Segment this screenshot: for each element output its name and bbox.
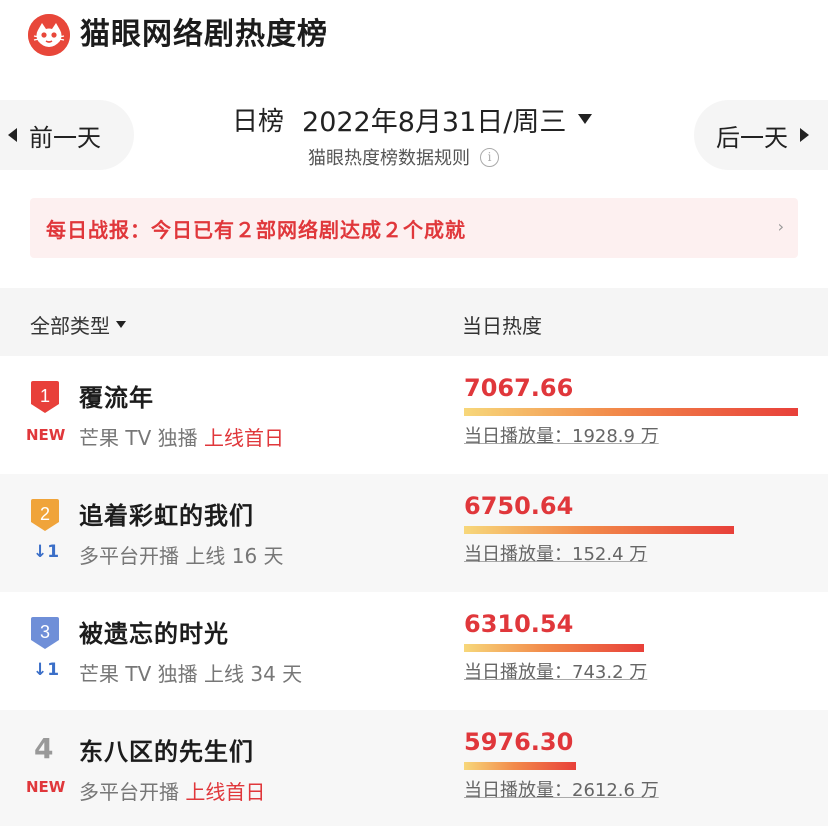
app-header: 猫眼网络剧热度榜 (0, 0, 828, 72)
heat-value: 6310.54 (464, 610, 574, 638)
type-filter-dropdown[interactable]: 全部类型 (30, 310, 126, 339)
online-status: 上线首日 (185, 780, 266, 804)
daily-views-link[interactable]: 当日播放量：152.4 万 (464, 540, 647, 566)
caret-down-icon (116, 321, 126, 328)
rank-number: 2 (40, 504, 50, 524)
caret-left-icon (8, 128, 17, 142)
rank-change: ↓1 (33, 542, 60, 562)
daily-views-link[interactable]: 当日播放量：743.2 万 (464, 658, 647, 684)
prev-day-label: 前一天 (29, 123, 101, 152)
date-type-label: 日榜 (232, 106, 285, 137)
series-meta: 芒果 TV 独播 上线首日 (79, 422, 284, 451)
rank-number: 4 (34, 732, 54, 765)
rank-number: 1 (40, 386, 50, 406)
platform-label: 多平台开播 (79, 544, 179, 568)
rank-badge-icon: 2 (29, 498, 61, 532)
online-status: 上线 34 天 (203, 662, 303, 686)
new-badge: NEW (26, 778, 66, 796)
daily-report-banner[interactable]: 每日战报：今日已有２部网络剧达成２个成就 › (30, 198, 798, 258)
heat-value: 6750.64 (464, 492, 574, 520)
series-meta: 多平台开播 上线首日 (79, 776, 265, 805)
platform-label: 多平台开播 (79, 780, 179, 804)
date-value: 2022年8月31日/周三 (302, 106, 567, 138)
series-meta: 芒果 TV 独播 上线 34 天 (79, 658, 302, 687)
next-day-label: 后一天 (716, 123, 788, 152)
caret-right-icon (800, 128, 809, 142)
prev-day-button[interactable]: 前一天 (0, 100, 134, 170)
chevron-right-icon: › (777, 217, 784, 236)
heat-bar (464, 644, 644, 652)
daily-report-text: 每日战报：今日已有２部网络剧达成２个成就 (46, 217, 466, 242)
daily-views-link[interactable]: 当日播放量：2612.6 万 (464, 776, 659, 802)
info-icon: i (480, 147, 499, 167)
rank-change: ↓1 (33, 660, 60, 680)
ranking-row[interactable]: 1 NEW 覆流年 芒果 TV 独播 上线首日 7067.66 当日播放量：19… (0, 356, 828, 474)
data-rules-link[interactable]: 猫眼热度榜数据规则 i (308, 144, 499, 170)
rank-badge-icon: 3 (29, 616, 61, 650)
ranking-row[interactable]: 3 ↓1 被遗忘的时光 芒果 TV 独播 上线 34 天 6310.54 当日播… (0, 592, 828, 710)
rank-number: 3 (40, 622, 50, 642)
column-header: 全部类型 当日热度 (0, 288, 828, 356)
caret-down-icon (578, 114, 593, 124)
maoyan-logo-icon (28, 14, 70, 56)
series-title: 追着彩虹的我们 (79, 502, 254, 530)
heat-bar (464, 408, 798, 416)
online-status: 上线 16 天 (185, 544, 284, 568)
platform-label: 芒果 TV 独播 (79, 426, 198, 450)
heat-bar (464, 526, 734, 534)
page-title: 猫眼网络剧热度榜 (80, 17, 328, 52)
online-status: 上线首日 (203, 426, 284, 450)
heat-column-label: 当日热度 (462, 314, 542, 338)
platform-label: 芒果 TV 独播 (79, 662, 198, 686)
next-day-button[interactable]: 后一天 (694, 100, 828, 170)
date-selector[interactable]: 日榜 2022年8月31日/周三 (232, 100, 593, 138)
daily-views-link[interactable]: 当日播放量：1928.9 万 (464, 422, 659, 448)
ranking-row[interactable]: 4 NEW 东八区的先生们 多平台开播 上线首日 5976.30 当日播放量：2… (0, 710, 828, 826)
series-title: 覆流年 (79, 384, 154, 412)
heat-bar (464, 762, 576, 770)
heat-value: 7067.66 (464, 374, 574, 402)
rank-badge-icon: 1 (29, 380, 61, 414)
series-title: 东八区的先生们 (79, 738, 254, 766)
data-rules-label: 猫眼热度榜数据规则 (308, 148, 470, 169)
series-title: 被遗忘的时光 (79, 620, 229, 648)
series-meta: 多平台开播 上线 16 天 (79, 540, 284, 569)
ranking-row[interactable]: 2 ↓1 追着彩虹的我们 多平台开播 上线 16 天 6750.64 当日播放量… (0, 474, 828, 592)
heat-value: 5976.30 (464, 728, 574, 756)
new-badge: NEW (26, 426, 66, 444)
type-filter-label: 全部类型 (30, 314, 110, 338)
